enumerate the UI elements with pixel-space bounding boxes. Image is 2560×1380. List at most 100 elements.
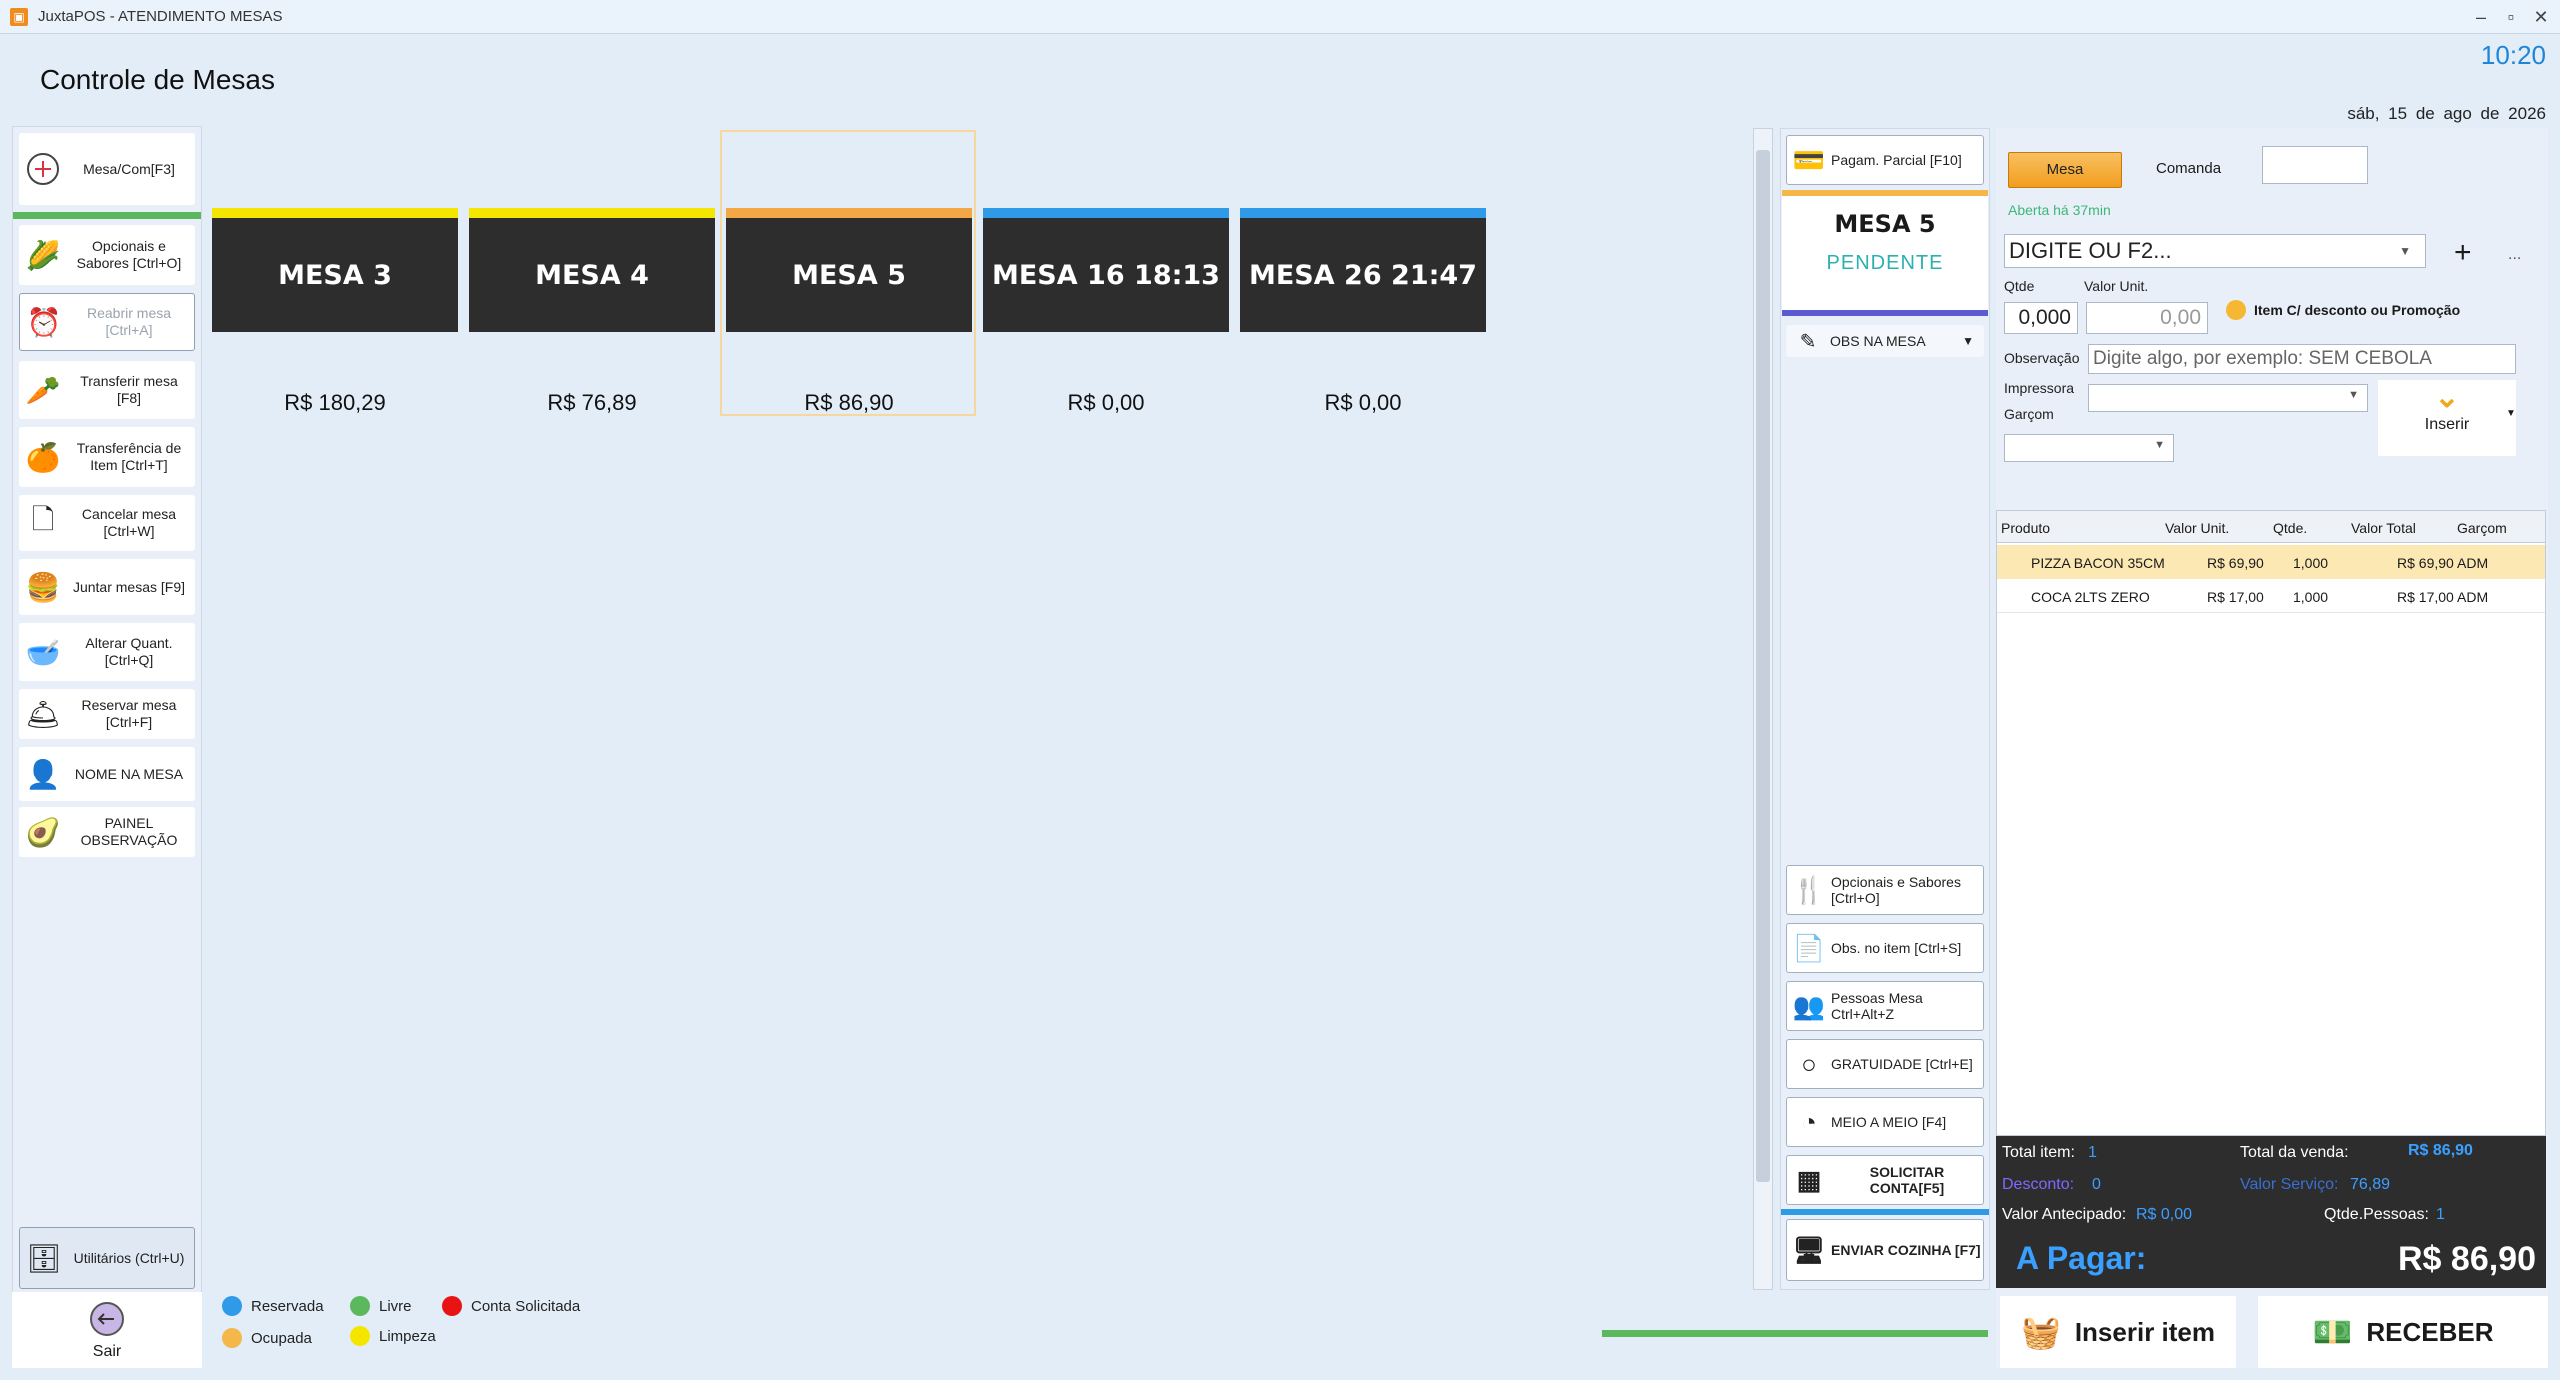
chevron-down-icon[interactable]: ▼ — [2399, 235, 2411, 267]
item-obs-label: Obs. no item [Ctrl+S] — [1831, 940, 1962, 956]
table-row[interactable]: PIZZA BACON 35CM R$ 69,90 1,000 R$ 69,90… — [1997, 545, 2545, 579]
reserve-table-label: Reservar mesa [Ctrl+F] — [81, 697, 177, 730]
cell-qty: 1,000 — [2293, 555, 2329, 571]
transfer-item-button[interactable]: 🍊 Transferência de Item [Ctrl+T] — [19, 427, 195, 487]
close-icon[interactable]: ✕ — [2526, 4, 2556, 30]
cancel-table-button[interactable]: 🗋 Cancelar mesa [Ctrl+W] — [19, 495, 195, 551]
reopen-table-button[interactable]: ⏰ Reabrir mesa [Ctrl+A] — [19, 293, 195, 351]
comanda-input[interactable] — [2262, 146, 2368, 184]
col-header[interactable]: Qtde. — [2273, 520, 2307, 536]
col-header[interactable]: Valor Unit. — [2165, 520, 2229, 536]
transfer-table-button[interactable]: 🥕 Transferir mesa [F8] — [19, 361, 195, 419]
request-bill-label: SOLICITAR CONTA[F5] — [1869, 1164, 1945, 1196]
legend-label: Ocupada — [251, 1329, 312, 1347]
insert-label: Inserir — [2424, 416, 2470, 433]
col-header[interactable]: Produto — [2001, 520, 2050, 536]
chevron-down-icon: ▼ — [1962, 334, 1974, 348]
monitor-icon: 🖥 — [1792, 1234, 1826, 1265]
legend-dot — [442, 1296, 462, 1316]
change-qty-button[interactable]: 🥣 Alterar Quant. [Ctrl+Q] — [19, 623, 195, 681]
add-product-button[interactable]: + — [2454, 238, 2472, 268]
obs-mesa-dropdown[interactable]: ✎ OBS NA MESA ▼ — [1786, 325, 1984, 357]
table-card[interactable]: MESA 5 R$ 86,90 — [726, 208, 972, 416]
new-table-button[interactable]: Mesa/Com[F3] — [19, 133, 195, 205]
scrollbar-thumb[interactable] — [1756, 150, 1770, 1182]
table-card[interactable]: MESA 26 21:47 R$ 0,00 — [1240, 208, 1486, 416]
product-search-combo[interactable]: DIGITE OU F2... ▼ — [2004, 234, 2426, 268]
title-bar: ▣ JuxtaPOS - ATENDIMENTO MESAS – ▫ ✕ — [0, 0, 2560, 34]
page-title: Controle de Mesas — [40, 64, 276, 95]
bowl-icon: 🥣 — [25, 636, 61, 668]
plus-circle-icon — [19, 133, 67, 205]
table-status-bar — [726, 208, 972, 218]
total-sale-label: Total da venda: — [2240, 1144, 2349, 1161]
opened-time: Aberta há 37min — [2008, 202, 2111, 218]
waiter-icon: 🛎 — [25, 698, 61, 730]
printer-select[interactable]: ▼ — [2088, 384, 2368, 412]
obs-panel-button[interactable]: 🥑 PAINEL OBSERVAÇÃO — [19, 807, 195, 857]
qtde-input[interactable]: 0,000 — [2004, 302, 2078, 334]
legend-ocupada: Ocupada — [222, 1328, 312, 1348]
valor-unit-label: Valor Unit. — [2084, 278, 2149, 294]
grid-header: Produto Valor Unit. Qtde. Valor Total Ga… — [1997, 511, 2545, 543]
send-kitchen-button[interactable]: 🖥 ENVIAR COZINHA [F7] — [1786, 1219, 1984, 1281]
circle-icon: ○ — [1801, 1048, 1817, 1079]
utilities-button[interactable]: 🗄 Utilitários (Ctrl+U) — [19, 1227, 195, 1289]
legend-conta-solicitada: Conta Solicitada — [442, 1296, 580, 1316]
orange-icon: 🍊 — [25, 441, 61, 473]
table-card[interactable]: MESA 4 R$ 76,89 — [469, 208, 715, 416]
corn-icon: 🌽 — [25, 239, 61, 271]
reopen-table-label: Reabrir mesa [Ctrl+A] — [86, 305, 172, 338]
partial-payment-button[interactable]: 💳 Pagam. Parcial [F10] — [1786, 135, 1984, 185]
legend-livre: Livre — [350, 1296, 412, 1316]
table-row[interactable]: COCA 2LTS ZERO R$ 17,00 1,000 R$ 17,00 A… — [1997, 579, 2545, 613]
reserve-table-button[interactable]: 🛎 Reservar mesa [Ctrl+F] — [19, 689, 195, 739]
optionals-flavors-button[interactable]: 🍴 Opcionais e Sabores [Ctrl+O] — [1786, 865, 1984, 915]
utilities-label: Utilitários (Ctrl+U) — [73, 1249, 185, 1266]
card-icon: 💳 — [1792, 144, 1826, 175]
basket-icon: 🧺 — [2020, 1314, 2061, 1350]
pie-icon: ◔ — [1801, 1106, 1817, 1137]
insert-button[interactable]: ⌄ Inserir — [2378, 380, 2516, 456]
gratuity-button[interactable]: ○ GRATUIDADE [Ctrl+E] — [1786, 1039, 1984, 1089]
waiter-select[interactable]: ▼ — [2004, 434, 2174, 462]
amount-due-value: R$ 86,90 — [2398, 1240, 2536, 1278]
legend-reservada: Reservada — [222, 1296, 324, 1316]
maximize-icon[interactable]: ▫ — [2496, 4, 2526, 30]
date: sáb, 15 de ago de 2026 — [2347, 104, 2546, 123]
optionals-button[interactable]: 🌽 Opcionais e Sabores [Ctrl+O] — [19, 225, 195, 285]
legend-dot — [222, 1328, 242, 1348]
exit-button[interactable]: Sair — [12, 1292, 202, 1368]
col-header[interactable]: Garçom — [2457, 520, 2507, 536]
mesa-toggle-button[interactable]: Mesa — [2008, 152, 2122, 188]
people-label: Pessoas Mesa Ctrl+Alt+Z — [1831, 990, 1923, 1022]
table-card[interactable]: MESA 16 18:13 R$ 0,00 — [983, 208, 1229, 416]
comanda-label: Comanda — [2156, 160, 2222, 177]
table-name-button[interactable]: 👤 NOME NA MESA — [19, 747, 195, 801]
table-card[interactable]: MESA 3 R$ 180,29 — [212, 208, 458, 416]
receive-button[interactable]: 💵 RECEBER — [2258, 1296, 2548, 1368]
col-header[interactable]: Valor Total — [2351, 520, 2416, 536]
table-value: R$ 76,89 — [547, 390, 637, 415]
item-obs-button[interactable]: 📄 Obs. no item [Ctrl+S] — [1786, 923, 1984, 973]
legend-dot — [350, 1326, 370, 1346]
promo-radio[interactable] — [2226, 300, 2246, 320]
service-label: Valor Serviço: — [2240, 1176, 2339, 1193]
people-button[interactable]: 👥 Pessoas Mesa Ctrl+Alt+Z — [1786, 981, 1984, 1031]
join-tables-button[interactable]: 🍔 Juntar mesas [F9] — [19, 559, 195, 615]
more-button[interactable]: ... — [2508, 246, 2521, 264]
selected-table-card: MESA 5 PENDENTE — [1782, 190, 1988, 316]
total-item-label: Total item: — [2002, 1144, 2075, 1161]
obs-input[interactable]: Digite algo, por exemplo: SEM CEBOLA — [2088, 344, 2516, 374]
insert-item-button[interactable]: 🧺 Inserir item — [2000, 1296, 2236, 1368]
half-half-button[interactable]: ◔ MEIO A MEIO [F4] — [1786, 1097, 1984, 1147]
minimize-icon[interactable]: – — [2466, 4, 2496, 30]
separator — [13, 212, 201, 219]
advance-label: Valor Antecipado: — [2002, 1206, 2127, 1223]
insert-dropdown-icon[interactable]: ▼ — [2506, 408, 2516, 419]
cell-product: PIZZA BACON 35CM — [2031, 555, 2165, 571]
valor-unit-input[interactable]: 0,00 — [2086, 302, 2208, 334]
fork-knife-icon: 🍴 — [1792, 874, 1826, 905]
table-name: MESA 16 18:13 — [983, 218, 1229, 332]
request-bill-button[interactable]: ▦ SOLICITAR CONTA[F5] — [1786, 1155, 1984, 1205]
